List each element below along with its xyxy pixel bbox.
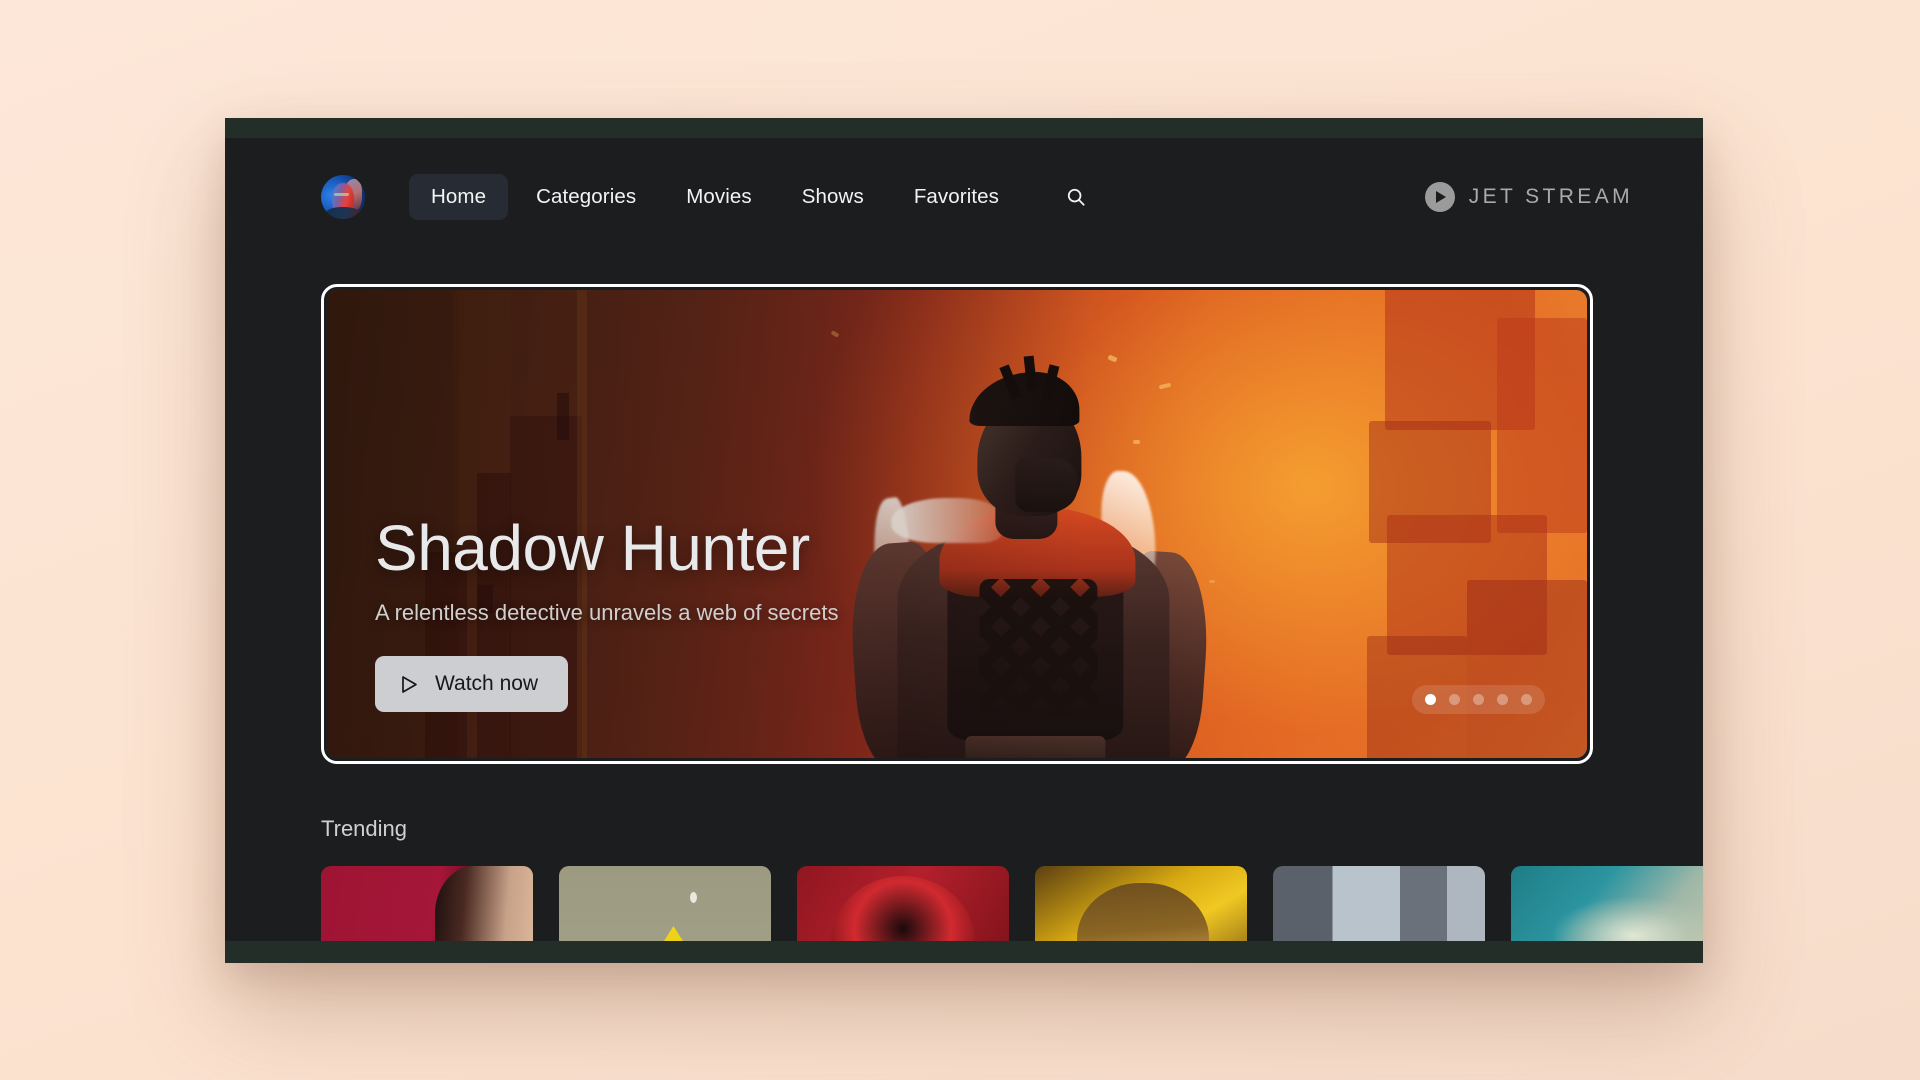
trending-card-row	[321, 866, 1703, 941]
app-surface: Home Categories Movies Shows Favorites J…	[225, 138, 1703, 941]
nav-item-home[interactable]: Home	[409, 174, 509, 220]
trending-card-2[interactable]	[559, 866, 771, 941]
watch-now-label: Watch now	[435, 672, 539, 695]
device-frame: Home Categories Movies Shows Favorites J…	[225, 118, 1703, 963]
hero-subtitle: A relentless detective unravels a web of…	[375, 600, 839, 625]
trending-card-6[interactable]	[1511, 866, 1703, 941]
top-navigation-bar: Home Categories Movies Shows Favorites J…	[225, 138, 1703, 256]
brand-logo[interactable]: JET STREAM	[1424, 182, 1633, 212]
section-title-trending: Trending	[321, 816, 408, 841]
avatar-shoulders	[324, 206, 362, 219]
trending-card-1[interactable]	[321, 866, 533, 941]
play-circle-icon	[1424, 182, 1455, 212]
hero-content: Shadow Hunter A relentless detective unr…	[375, 511, 839, 712]
hero-banner[interactable]: Shadow Hunter A relentless detective unr…	[327, 290, 1587, 758]
carousel-pagination	[1412, 685, 1545, 714]
nav-links: Home Categories Movies Shows Favorites	[409, 174, 1097, 220]
nav-item-categories[interactable]: Categories	[514, 174, 658, 220]
brand-name: JET STREAM	[1468, 185, 1633, 208]
hero-title: Shadow Hunter	[375, 511, 810, 584]
carousel-dot-3[interactable]	[1473, 694, 1484, 705]
nav-item-shows[interactable]: Shows	[780, 174, 886, 220]
trending-card-5[interactable]	[1273, 866, 1485, 941]
hero-carousel-focus-ring[interactable]: Shadow Hunter A relentless detective unr…	[321, 284, 1593, 764]
nav-item-movies[interactable]: Movies	[664, 174, 774, 220]
user-avatar[interactable]	[321, 175, 365, 219]
search-icon[interactable]	[1055, 176, 1097, 218]
watch-now-button[interactable]: Watch now	[375, 656, 569, 712]
nav-item-favorites[interactable]: Favorites	[892, 174, 1021, 220]
play-triangle-icon	[401, 675, 418, 694]
carousel-dot-1[interactable]	[1425, 694, 1436, 705]
avatar-glasses	[334, 192, 350, 197]
trending-card-3[interactable]	[797, 866, 1009, 941]
carousel-dot-5[interactable]	[1521, 694, 1532, 705]
carousel-dot-2[interactable]	[1449, 694, 1460, 705]
carousel-dot-4[interactable]	[1497, 694, 1508, 705]
trending-card-4[interactable]	[1035, 866, 1247, 941]
